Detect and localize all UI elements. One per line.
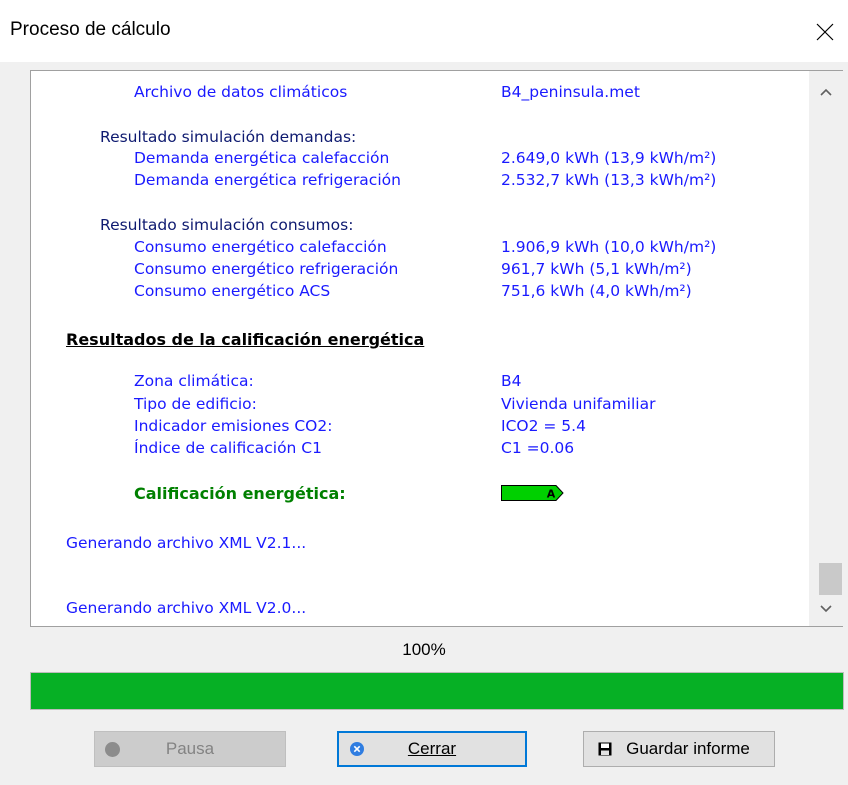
close-label: Cerrar bbox=[407, 739, 457, 758]
close-icon bbox=[816, 23, 834, 41]
xml-v21-status: Generando archivo XML V2.1... bbox=[66, 534, 307, 552]
consumption-heating-label: Consumo energético calefacción bbox=[134, 238, 387, 256]
consumption-heading: Resultado simulación consumos: bbox=[100, 216, 354, 234]
chevron-up-icon bbox=[820, 88, 832, 96]
energy-rating-badge: A bbox=[501, 485, 564, 501]
title-bar: Proceso de cálculo bbox=[0, 0, 848, 62]
demand-heating-value: 2.649,0 kWh (13,9 kWh/m²) bbox=[501, 149, 717, 167]
close-circle-icon bbox=[350, 742, 364, 756]
pause-button[interactable]: Pausa bbox=[94, 731, 286, 767]
emissions-indicator-label: Indicador emisiones CO2: bbox=[134, 417, 333, 435]
window-title: Proceso de cálculo bbox=[10, 19, 171, 40]
demand-heading: Resultado simulación demandas: bbox=[100, 128, 357, 146]
save-report-label: Guardar informe bbox=[626, 739, 750, 758]
progress-bar bbox=[30, 672, 844, 710]
energy-rating-label: Calificación energética: bbox=[134, 484, 346, 503]
rating-index-value: C1 =0.06 bbox=[501, 439, 575, 457]
consumption-heating-value: 1.906,9 kWh (10,0 kWh/m²) bbox=[501, 238, 717, 256]
scroll-down-button[interactable] bbox=[809, 592, 843, 626]
climate-file-value: B4_peninsula.met bbox=[501, 83, 640, 101]
demand-heating-label: Demanda energética calefacción bbox=[134, 149, 390, 167]
rating-section-heading: Resultados de la calificación energética bbox=[66, 330, 425, 349]
log-content: Archivo de datos climáticos B4_peninsula… bbox=[31, 71, 807, 626]
save-report-button[interactable]: Guardar informe bbox=[583, 731, 775, 767]
save-icon bbox=[598, 742, 612, 756]
scroll-thumb[interactable] bbox=[819, 563, 842, 595]
progress-fill bbox=[31, 673, 843, 709]
consumption-cooling-label: Consumo energético refrigeración bbox=[134, 260, 399, 278]
xml-v20-status: Generando archivo XML V2.0... bbox=[66, 599, 307, 617]
demand-cooling-label: Demanda energética refrigeración bbox=[134, 171, 401, 189]
pause-label: Pausa bbox=[165, 739, 215, 758]
chevron-down-icon bbox=[820, 605, 832, 613]
climate-file-label: Archivo de datos climáticos bbox=[134, 83, 348, 101]
building-type-value: Vivienda unifamiliar bbox=[501, 395, 656, 413]
building-type-label: Tipo de edificio: bbox=[134, 395, 257, 413]
climate-zone-label: Zona climática: bbox=[134, 372, 254, 390]
emissions-indicator-value: ICO2 = 5.4 bbox=[501, 417, 586, 435]
close-window-button[interactable] bbox=[802, 12, 848, 52]
pause-icon bbox=[105, 741, 120, 757]
consumption-cooling-value: 961,7 kWh (5,1 kWh/m²) bbox=[501, 260, 692, 278]
close-button[interactable]: Cerrar bbox=[337, 731, 527, 767]
scroll-up-button[interactable] bbox=[809, 75, 843, 109]
rating-index-label: Índice de calificación C1 bbox=[134, 439, 322, 457]
demand-cooling-value: 2.532,7 kWh (13,3 kWh/m²) bbox=[501, 171, 717, 189]
progress-percent: 100% bbox=[402, 640, 446, 659]
calculation-log[interactable]: Archivo de datos climáticos B4_peninsula… bbox=[30, 70, 843, 627]
consumption-acs-value: 751,6 kWh (4,0 kWh/m²) bbox=[501, 282, 692, 300]
consumption-acs-label: Consumo energético ACS bbox=[134, 282, 331, 300]
climate-zone-value: B4 bbox=[501, 372, 522, 390]
vertical-scrollbar[interactable] bbox=[809, 71, 843, 626]
energy-rating-letter: A bbox=[547, 488, 556, 501]
